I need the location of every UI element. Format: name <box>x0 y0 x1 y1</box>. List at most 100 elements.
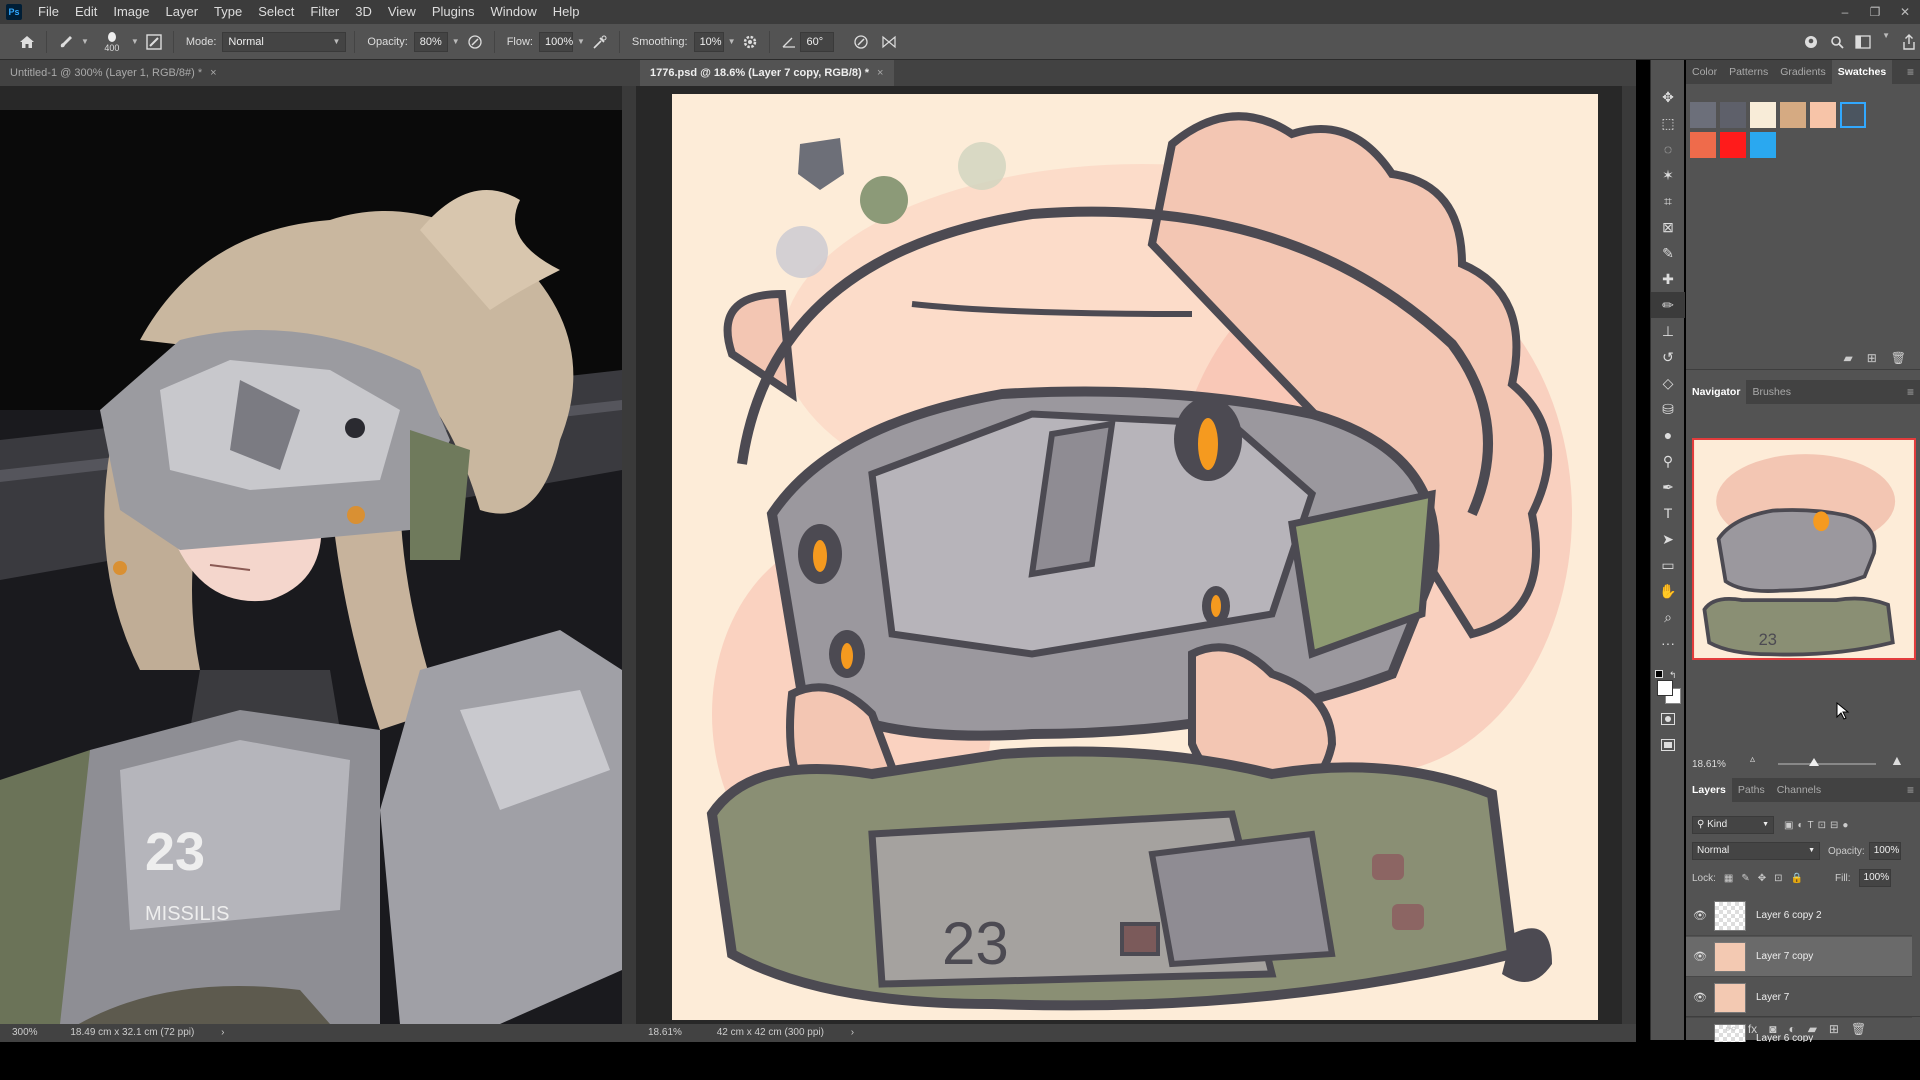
tab-channels[interactable]: Channels <box>1771 778 1827 802</box>
new-group-folder-icon[interactable]: ▰ <box>1843 351 1852 365</box>
swatch[interactable] <box>1750 132 1776 158</box>
opacity-chevron-down-icon[interactable]: ▼ <box>452 37 460 46</box>
flow-input[interactable]: 100% <box>538 31 573 52</box>
layer-row[interactable]: 👁 Layer 7 <box>1686 978 1912 1018</box>
more-tools-icon[interactable]: ··· <box>1651 630 1685 656</box>
blur-tool-icon[interactable]: ● <box>1651 422 1685 448</box>
workspace-icon[interactable] <box>1852 31 1874 53</box>
menu-view[interactable]: View <box>380 0 424 24</box>
layer-row[interactable]: 👁 Layer 7 copy <box>1686 937 1912 977</box>
swap-colors-icon[interactable]: ↰ <box>1669 670 1677 680</box>
lock-all-icon[interactable]: 🔒 <box>1791 873 1803 884</box>
layer-kind-filter[interactable]: ⚲ Kind ▼ <box>1692 816 1774 834</box>
tab-color[interactable]: Color <box>1686 60 1723 84</box>
quick-mask-icon[interactable] <box>1651 706 1685 732</box>
smoothing-input[interactable]: 10% <box>693 31 724 52</box>
new-swatch-icon[interactable]: ⊞ <box>1867 351 1877 365</box>
fill-input[interactable]: 100% <box>1858 869 1891 887</box>
new-layer-icon[interactable]: ⊞ <box>1829 1022 1839 1036</box>
delete-swatch-trash-icon[interactable]: 🗑 <box>1891 351 1906 365</box>
layers-panel-menu-icon[interactable]: ≡ <box>1907 778 1914 802</box>
close-window-button[interactable]: ✕ <box>1890 0 1920 24</box>
menu-layer[interactable]: Layer <box>158 0 207 24</box>
filter-pixel-icon[interactable]: ▣ <box>1784 820 1793 831</box>
left-status-arrow-icon[interactable]: › <box>221 1027 224 1038</box>
menu-file[interactable]: File <box>30 0 67 24</box>
flow-chevron-down-icon[interactable]: ▼ <box>577 37 585 46</box>
move-tool-icon[interactable]: ✥ <box>1651 84 1685 110</box>
navigator-preview[interactable]: 23 <box>1692 438 1916 660</box>
airbrush-icon[interactable] <box>589 31 611 53</box>
smoothing-chevron-down-icon[interactable]: ▼ <box>728 37 736 46</box>
tab-layers[interactable]: Layers <box>1686 778 1732 802</box>
filter-toggle-icon[interactable]: ● <box>1842 820 1848 831</box>
swatch[interactable] <box>1750 102 1776 128</box>
magic-wand-tool-icon[interactable]: ✶ <box>1651 162 1685 188</box>
type-tool-icon[interactable]: T <box>1651 500 1685 526</box>
menu-edit[interactable]: Edit <box>67 0 105 24</box>
tab-1776-psd[interactable]: 1776.psd @ 18.6% (Layer 7 copy, RGB/8) *… <box>640 60 894 86</box>
tab-untitled-1[interactable]: Untitled-1 @ 300% (Layer 1, RGB/8#) * × <box>0 60 640 86</box>
blend-mode-dropdown[interactable]: Normal ▼ <box>1692 842 1820 860</box>
menu-filter[interactable]: Filter <box>302 0 347 24</box>
pressure-size-icon[interactable] <box>850 31 872 53</box>
lock-transparent-icon[interactable]: ▦ <box>1724 873 1733 884</box>
zoom-tool-icon[interactable]: ⌕ <box>1651 604 1685 630</box>
menu-plugins[interactable]: Plugins <box>424 0 483 24</box>
brush-preset-caret-icon[interactable]: ▼ <box>81 37 89 46</box>
opacity-input[interactable]: 80% <box>413 31 448 52</box>
lasso-tool-icon[interactable]: ◌ <box>1651 136 1685 162</box>
share-icon[interactable] <box>1898 31 1920 53</box>
swatch[interactable] <box>1690 132 1716 158</box>
hand-tool-icon[interactable]: ✋ <box>1651 578 1685 604</box>
swatches-panel-menu-icon[interactable]: ≡ <box>1907 60 1914 84</box>
dodge-tool-icon[interactable]: ⚲ <box>1651 448 1685 474</box>
swatch[interactable] <box>1720 132 1746 158</box>
rectangle-tool-icon[interactable]: ▭ <box>1651 552 1685 578</box>
tab-swatches[interactable]: Swatches <box>1831 60 1893 84</box>
right-vertical-scrollbar[interactable] <box>1622 86 1636 1030</box>
right-zoom-level[interactable]: 18.61% <box>648 1027 682 1038</box>
zoom-out-icon[interactable]: ▵ <box>1750 754 1755 765</box>
swatch[interactable] <box>1810 102 1836 128</box>
new-adjustment-layer-icon[interactable]: ◐ <box>1788 1022 1795 1036</box>
screen-mode-icon[interactable] <box>1651 732 1685 758</box>
crop-tool-icon[interactable]: ⌗ <box>1651 188 1685 214</box>
brush-angle-input[interactable]: 60° <box>800 31 835 52</box>
swatch[interactable] <box>1690 102 1716 128</box>
delete-layer-trash-icon[interactable]: 🗑 <box>1851 1022 1866 1036</box>
workspace-chevron-down-icon[interactable]: ▼ <box>1882 31 1890 53</box>
pen-tool-icon[interactable]: ✒ <box>1651 474 1685 500</box>
mode-dropdown[interactable]: Normal ▼ <box>222 31 347 52</box>
filter-adjustment-icon[interactable]: ◐ <box>1797 820 1803 831</box>
cloud-documents-icon[interactable] <box>1800 31 1822 53</box>
right-status-arrow-icon[interactable]: › <box>851 1027 854 1038</box>
navigator-panel-menu-icon[interactable]: ≡ <box>1907 380 1914 404</box>
swatch[interactable] <box>1780 102 1806 128</box>
lock-image-brush-icon[interactable]: ✎ <box>1741 873 1749 884</box>
pressure-opacity-icon[interactable] <box>464 31 486 53</box>
marquee-tool-icon[interactable]: ⬚ <box>1651 110 1685 136</box>
layer-style-fx-icon[interactable]: fx <box>1748 1022 1757 1036</box>
zoom-slider-handle[interactable] <box>1809 758 1819 766</box>
layer-row[interactable]: 👁 Layer 6 copy 2 <box>1686 896 1912 936</box>
zoom-slider[interactable] <box>1778 763 1876 765</box>
default-colors-icon[interactable] <box>1655 670 1663 678</box>
tab-untitled-1-close-icon[interactable]: × <box>210 67 216 79</box>
filter-type-icon[interactable]: T <box>1808 820 1814 831</box>
minimize-button[interactable]: – <box>1830 0 1860 24</box>
path-selection-tool-icon[interactable]: ➤ <box>1651 526 1685 552</box>
restore-button[interactable]: ❐ <box>1860 0 1890 24</box>
tab-gradients[interactable]: Gradients <box>1774 60 1832 84</box>
healing-brush-tool-icon[interactable]: ✚ <box>1651 266 1685 292</box>
visibility-eye-icon[interactable]: 👁 <box>1686 991 1714 1004</box>
link-layers-icon[interactable]: ⚯ <box>1726 1022 1736 1036</box>
menu-window[interactable]: Window <box>482 0 544 24</box>
new-group-icon[interactable]: ▰ <box>1808 1022 1817 1036</box>
brush-size-caret-icon[interactable]: ▼ <box>131 37 139 46</box>
layer-opacity-input[interactable]: 100% <box>1868 842 1901 860</box>
menu-image[interactable]: Image <box>105 0 157 24</box>
brush-settings-icon[interactable] <box>143 31 165 53</box>
symmetry-butterfly-icon[interactable] <box>878 31 900 53</box>
eraser-tool-icon[interactable]: ◇ <box>1651 370 1685 396</box>
